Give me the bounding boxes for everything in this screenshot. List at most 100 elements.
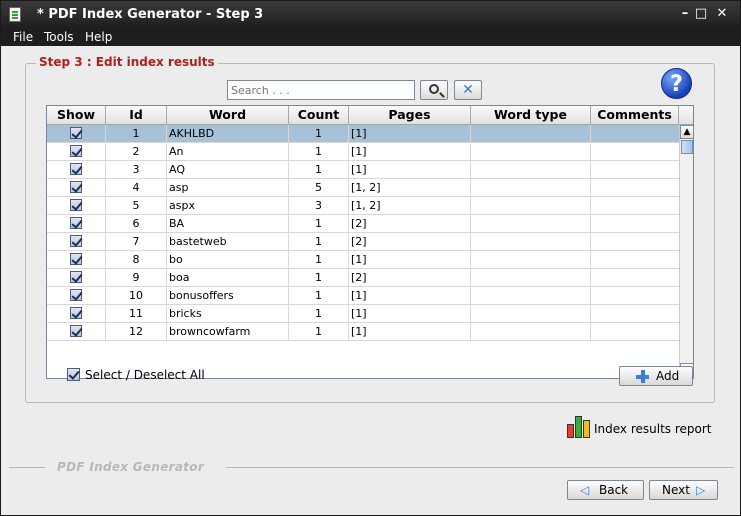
report-icon[interactable] <box>567 414 591 438</box>
count-cell[interactable]: 1 <box>289 215 349 233</box>
clear-search-button[interactable]: ✕ <box>454 80 482 100</box>
table-row[interactable]: 9 boa 1 [2] <box>47 269 679 287</box>
show-checkbox[interactable] <box>70 181 82 193</box>
pages-cell[interactable]: [1] <box>349 143 471 161</box>
pages-cell[interactable]: [2] <box>349 215 471 233</box>
count-cell[interactable]: 1 <box>289 233 349 251</box>
show-cell[interactable] <box>47 323 106 341</box>
scroll-up-icon[interactable]: ▲ <box>680 125 693 139</box>
show-cell[interactable] <box>47 287 106 305</box>
word-cell[interactable]: browncowfarm <box>167 323 289 341</box>
show-checkbox[interactable] <box>70 163 82 175</box>
id-cell[interactable]: 7 <box>106 233 167 251</box>
pages-cell[interactable]: [2] <box>349 233 471 251</box>
show-checkbox[interactable] <box>70 253 82 265</box>
word-cell[interactable]: BA <box>167 215 289 233</box>
show-checkbox[interactable] <box>70 289 82 301</box>
count-cell[interactable]: 1 <box>289 161 349 179</box>
show-cell[interactable] <box>47 251 106 269</box>
column-header-count[interactable]: Count <box>289 106 349 125</box>
table-row[interactable]: 1 AKHLBD 1 [1] <box>47 125 679 143</box>
show-cell[interactable] <box>47 161 106 179</box>
table-row[interactable]: 4 asp 5 [1, 2] <box>47 179 679 197</box>
comments-cell[interactable] <box>591 197 679 215</box>
word-type-cell[interactable] <box>471 197 591 215</box>
menu-help[interactable]: Help <box>85 30 112 44</box>
word-cell[interactable]: An <box>167 143 289 161</box>
word-cell[interactable]: bo <box>167 251 289 269</box>
comments-cell[interactable] <box>591 215 679 233</box>
show-checkbox[interactable] <box>70 217 82 229</box>
search-input[interactable] <box>227 80 415 100</box>
comments-cell[interactable] <box>591 305 679 323</box>
pages-cell[interactable]: [1] <box>349 305 471 323</box>
menu-file[interactable]: File <box>13 30 33 44</box>
word-cell[interactable]: AQ <box>167 161 289 179</box>
show-cell[interactable] <box>47 197 106 215</box>
pages-cell[interactable]: [2] <box>349 269 471 287</box>
show-cell[interactable] <box>47 125 106 143</box>
table-row[interactable]: 10 bonusoffers 1 [1] <box>47 287 679 305</box>
word-type-cell[interactable] <box>471 215 591 233</box>
pages-cell[interactable]: [1] <box>349 251 471 269</box>
column-header-id[interactable]: Id <box>106 106 167 125</box>
pages-cell[interactable]: [1] <box>349 323 471 341</box>
comments-cell[interactable] <box>591 323 679 341</box>
show-cell[interactable] <box>47 305 106 323</box>
add-button[interactable]: Add <box>619 366 693 386</box>
id-cell[interactable]: 3 <box>106 161 167 179</box>
table-row[interactable]: 8 bo 1 [1] <box>47 251 679 269</box>
word-type-cell[interactable] <box>471 287 591 305</box>
word-type-cell[interactable] <box>471 233 591 251</box>
word-cell[interactable]: AKHLBD <box>167 125 289 143</box>
pages-cell[interactable]: [1] <box>349 161 471 179</box>
id-cell[interactable]: 9 <box>106 269 167 287</box>
vertical-scrollbar[interactable]: ▲ ▼ <box>679 125 693 378</box>
pages-cell[interactable]: [1, 2] <box>349 179 471 197</box>
word-type-cell[interactable] <box>471 143 591 161</box>
id-cell[interactable]: 11 <box>106 305 167 323</box>
count-cell[interactable]: 1 <box>289 287 349 305</box>
show-checkbox[interactable] <box>70 271 82 283</box>
select-all-checkbox[interactable] <box>67 368 80 381</box>
word-type-cell[interactable] <box>471 269 591 287</box>
select-all-label[interactable]: Select / Deselect All <box>85 368 205 382</box>
minimize-icon[interactable]: – <box>678 7 692 21</box>
show-checkbox[interactable] <box>70 325 82 337</box>
comments-cell[interactable] <box>591 269 679 287</box>
show-cell[interactable] <box>47 179 106 197</box>
word-cell[interactable]: aspx <box>167 197 289 215</box>
table-row[interactable]: 7 bastetweb 1 [2] <box>47 233 679 251</box>
show-cell[interactable] <box>47 215 106 233</box>
comments-cell[interactable] <box>591 233 679 251</box>
column-header-show[interactable]: Show <box>47 106 106 125</box>
show-checkbox[interactable] <box>70 127 82 139</box>
show-checkbox[interactable] <box>70 199 82 211</box>
word-type-cell[interactable] <box>471 125 591 143</box>
show-cell[interactable] <box>47 269 106 287</box>
id-cell[interactable]: 2 <box>106 143 167 161</box>
word-cell[interactable]: asp <box>167 179 289 197</box>
search-button[interactable] <box>420 80 448 100</box>
comments-cell[interactable] <box>591 143 679 161</box>
close-icon[interactable]: ✕ <box>715 7 729 21</box>
table-row[interactable]: 12 browncowfarm 1 [1] <box>47 323 679 341</box>
id-cell[interactable]: 10 <box>106 287 167 305</box>
word-type-cell[interactable] <box>471 305 591 323</box>
comments-cell[interactable] <box>591 161 679 179</box>
word-cell[interactable]: bricks <box>167 305 289 323</box>
count-cell[interactable]: 1 <box>289 125 349 143</box>
count-cell[interactable]: 1 <box>289 323 349 341</box>
table-row[interactable]: 5 aspx 3 [1, 2] <box>47 197 679 215</box>
word-type-cell[interactable] <box>471 251 591 269</box>
id-cell[interactable]: 12 <box>106 323 167 341</box>
maximize-icon[interactable]: □ <box>694 7 708 21</box>
show-cell[interactable] <box>47 143 106 161</box>
table-row[interactable]: 2 An 1 [1] <box>47 143 679 161</box>
comments-cell[interactable] <box>591 125 679 143</box>
column-header-word-type[interactable]: Word type <box>471 106 591 125</box>
comments-cell[interactable] <box>591 251 679 269</box>
word-cell[interactable]: boa <box>167 269 289 287</box>
count-cell[interactable]: 3 <box>289 197 349 215</box>
show-checkbox[interactable] <box>70 235 82 247</box>
